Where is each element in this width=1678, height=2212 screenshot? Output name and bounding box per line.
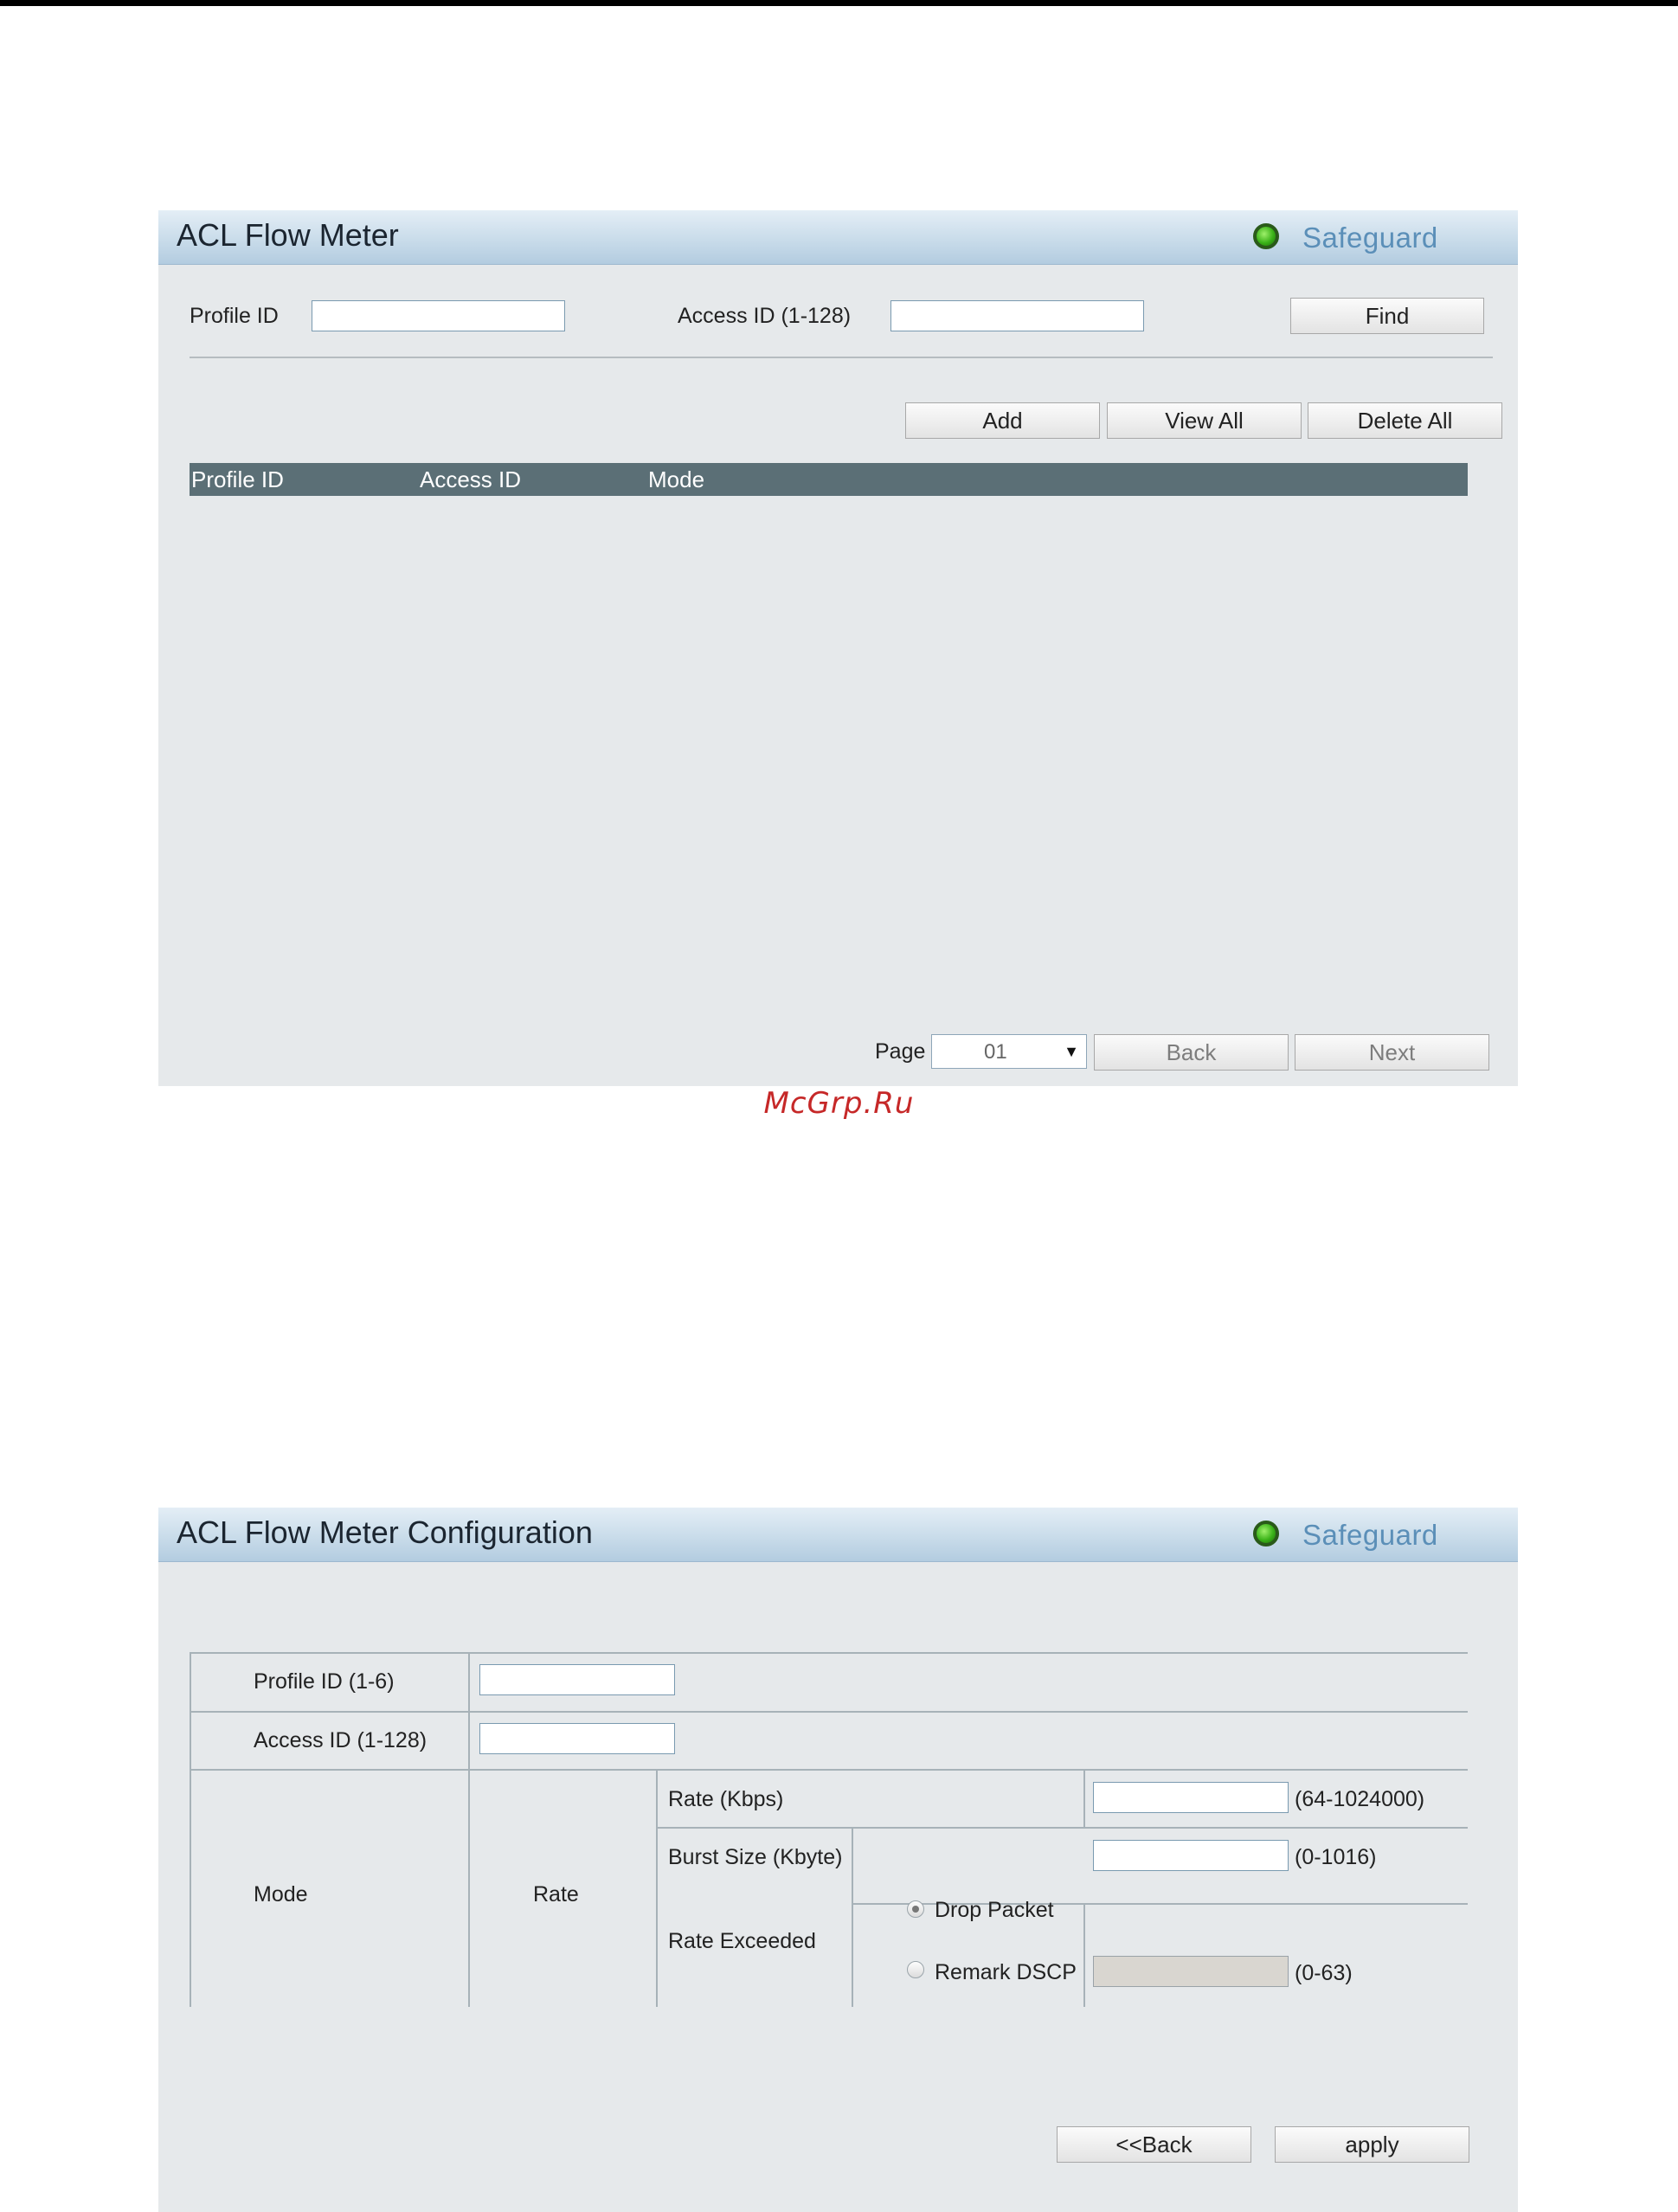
table-line <box>190 1652 191 2007</box>
profile-id-input[interactable] <box>479 1664 675 1695</box>
panel-header: ACL Flow Meter Safeguard <box>158 210 1518 265</box>
access-id-input[interactable] <box>479 1723 675 1754</box>
remark-dscp-range: (0-63) <box>1295 1961 1353 1985</box>
acl-flow-meter-config-panel: ACL Flow Meter Configuration Safeguard P… <box>158 1508 1518 2212</box>
profile-id-input[interactable] <box>312 300 565 331</box>
remark-dscp-radio[interactable] <box>907 1961 924 1978</box>
page-label: Page <box>875 1039 926 1064</box>
drop-packet-radio[interactable] <box>907 1900 924 1918</box>
page-select[interactable]: 01 ▼ <box>931 1034 1087 1069</box>
column-header-access-id: Access ID <box>420 466 522 492</box>
profile-id-label: Profile ID (1-6) <box>254 1669 395 1694</box>
dropdown-arrow-icon: ▼ <box>1064 1043 1079 1060</box>
safeguard-status-icon <box>1253 223 1279 249</box>
remark-dscp-label[interactable]: Remark DSCP <box>935 1960 1077 1985</box>
table-line <box>190 1652 1468 1654</box>
access-id-input[interactable] <box>890 300 1144 331</box>
divider <box>190 357 1493 358</box>
page-title: ACL Flow Meter <box>177 217 399 253</box>
mode-label: Mode <box>254 1882 308 1907</box>
rate-kbps-range: (64-1024000) <box>1295 1787 1425 1811</box>
rate-label: Rate <box>533 1882 579 1907</box>
column-header-profile-id: Profile ID <box>191 466 284 492</box>
rate-exceeded-label: Rate Exceeded <box>668 1929 816 1953</box>
access-id-label: Access ID (1-128) <box>678 304 852 328</box>
find-button[interactable]: Find <box>1290 298 1484 334</box>
back-button[interactable]: <<Back <box>1057 2126 1251 2163</box>
page-title: ACL Flow Meter Configuration <box>177 1514 593 1550</box>
view-all-button[interactable]: View All <box>1107 402 1302 439</box>
safeguard-status-icon <box>1253 1521 1279 1546</box>
table-line <box>1083 1769 1085 1828</box>
add-button[interactable]: Add <box>905 402 1100 439</box>
table-line <box>852 1827 853 2007</box>
table-line <box>190 1769 1468 1771</box>
back-button[interactable]: Back <box>1094 1034 1289 1071</box>
apply-button[interactable]: apply <box>1275 2126 1469 2163</box>
burst-size-range: (0-1016) <box>1295 1845 1377 1869</box>
rate-kbps-label: Rate (Kbps) <box>668 1787 784 1811</box>
rate-kbps-input[interactable] <box>1093 1782 1289 1813</box>
table-line <box>468 1652 470 2007</box>
table-header: Profile ID Access ID Mode <box>190 463 1468 496</box>
watermark: McGrp.Ru <box>763 1086 915 1121</box>
table-line <box>190 1711 1468 1713</box>
column-header-mode: Mode <box>648 466 705 492</box>
next-button[interactable]: Next <box>1295 1034 1489 1071</box>
table-line <box>656 1769 658 2007</box>
burst-size-input[interactable] <box>1093 1840 1289 1871</box>
delete-all-button[interactable]: Delete All <box>1308 402 1502 439</box>
panel-header: ACL Flow Meter Configuration Safeguard <box>158 1508 1518 1562</box>
safeguard-label: Safeguard <box>1302 1519 1438 1551</box>
top-border <box>0 0 1678 6</box>
table-line <box>1083 1903 1085 2007</box>
config-table: Profile ID (1-6) Access ID (1-128) Mode … <box>190 1652 1468 2007</box>
burst-size-label: Burst Size (Kbyte) <box>668 1845 843 1869</box>
drop-packet-label[interactable]: Drop Packet <box>935 1898 1054 1923</box>
remark-dscp-input[interactable] <box>1093 1956 1289 1987</box>
acl-flow-meter-panel: ACL Flow Meter Safeguard Profile ID Acce… <box>158 210 1518 1086</box>
safeguard-label: Safeguard <box>1302 222 1438 254</box>
profile-id-label: Profile ID <box>190 304 279 328</box>
access-id-label: Access ID (1-128) <box>254 1728 428 1752</box>
table-line <box>656 1827 1468 1829</box>
page-select-value: 01 <box>984 1040 1007 1064</box>
